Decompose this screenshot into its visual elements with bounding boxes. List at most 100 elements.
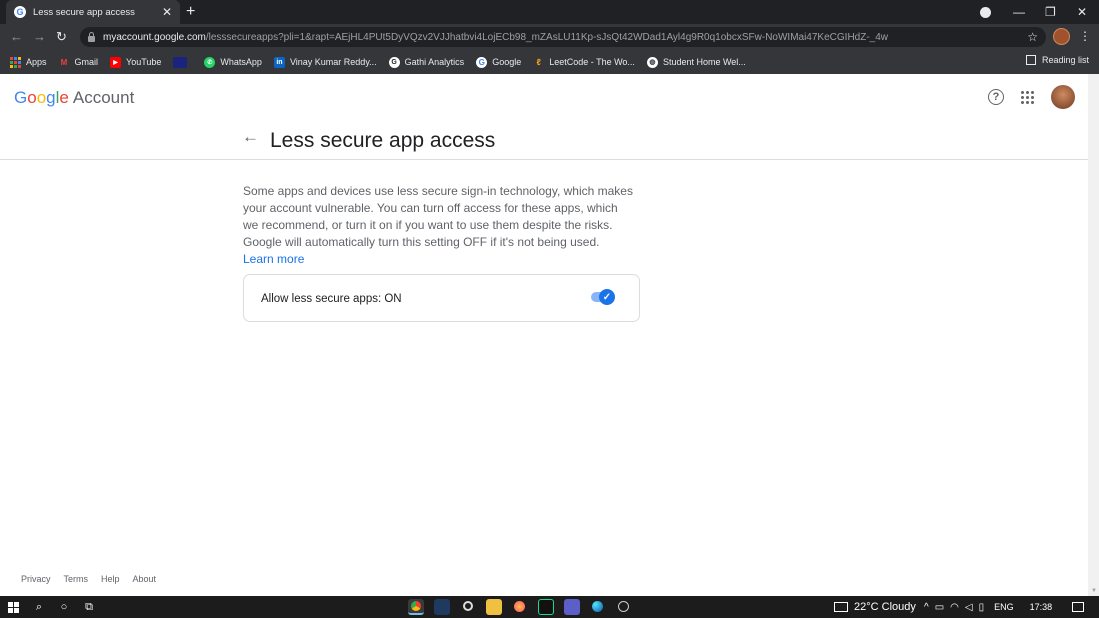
gathi-icon: G [388, 56, 400, 68]
restore-icon[interactable]: ❐ [1045, 0, 1056, 24]
browser-tab-active[interactable]: G Less secure app access ✕ [6, 0, 180, 24]
bookmark-leetcode[interactable]: ℓ LeetCode - The Wo... [533, 57, 635, 68]
weather-text: 22°C Cloudy [854, 601, 916, 613]
help-icon[interactable]: ? [988, 89, 1004, 105]
bookmark-apps[interactable]: Apps [10, 56, 47, 68]
google-apps-icon[interactable] [1021, 91, 1034, 104]
reading-list-button[interactable]: Reading list [1025, 55, 1089, 65]
google-account-logo[interactable]: Google Account [14, 88, 134, 108]
volume-icon[interactable]: ◁ [965, 602, 973, 613]
bookmark-label: YouTube [126, 57, 162, 67]
weather-widget[interactable]: 22°C Cloudy [834, 596, 916, 618]
lock-icon[interactable] [88, 31, 95, 42]
obs-taskbar-icon[interactable] [460, 599, 476, 615]
bookmark-label: Google [492, 57, 522, 67]
edge-taskbar-icon[interactable] [590, 599, 606, 615]
footer-privacy-link[interactable]: Privacy [21, 574, 51, 584]
apps-grid-icon [10, 56, 21, 68]
reading-list-label: Reading list [1041, 55, 1089, 65]
news-icon [834, 602, 848, 612]
new-tab-icon[interactable]: + [186, 3, 195, 21]
leetcode-icon: ℓ [536, 57, 541, 67]
back-arrow-icon[interactable]: ← [242, 127, 259, 147]
bookmark-youtube[interactable]: ▶ YouTube [110, 56, 162, 68]
blank-bookmark-icon [173, 56, 188, 68]
reload-icon[interactable]: ↻ [56, 29, 67, 45]
windows-start-icon[interactable] [6, 600, 20, 614]
address-bar[interactable]: myaccount.google.com /lesssecureapps?pli… [80, 27, 1046, 47]
forward-nav-icon[interactable]: → [33, 29, 46, 44]
youtube-icon: ▶ [110, 56, 122, 68]
bookmark-google[interactable]: G Google [476, 56, 522, 68]
bookmark-blank[interactable] [173, 56, 192, 68]
bookmark-label: WhatsApp [220, 57, 262, 67]
bookmark-label: Student Home Wel... [662, 57, 746, 67]
tab-title: Less secure app access [33, 6, 135, 18]
toggle-switch-check-icon[interactable]: ✓ [599, 289, 615, 305]
footer-help-link[interactable]: Help [101, 574, 120, 584]
system-tray-icons[interactable]: ^ ▭ ◠ ◁ ▯ ENG 17:38 [924, 596, 1085, 618]
page-scrollbar[interactable]: ▼ [1088, 74, 1099, 596]
bookmark-gathi[interactable]: G Gathi Analytics [388, 56, 464, 68]
close-window-icon[interactable]: ✕ [1077, 0, 1087, 24]
google-icon: G [476, 56, 488, 68]
browser-toolbar: ← → ↻ myaccount.google.com /lesssecureap… [0, 24, 1099, 50]
bookmark-linkedin[interactable]: in Vinay Kumar Reddy... [273, 56, 377, 68]
bookmarks-bar: Apps M Gmail ▶ YouTube ✆ WhatsApp in Vin… [0, 50, 1099, 74]
google-favicon-icon: G [14, 6, 26, 18]
bookmark-label: Vinay Kumar Reddy... [289, 57, 377, 67]
back-nav-icon[interactable]: ← [10, 29, 23, 44]
avatar[interactable] [1051, 85, 1075, 109]
setting-label: Allow less secure apps: ON [261, 293, 402, 305]
bookmark-student-home[interactable]: ◍ Student Home Wel... [646, 56, 746, 68]
battery-icon[interactable]: ▭ [935, 602, 944, 613]
pycharm-taskbar-icon[interactable] [538, 599, 554, 615]
bookmark-label: LeetCode - The Wo... [549, 57, 635, 67]
reading-list-icon [1025, 55, 1036, 65]
page-title-row: ← Less secure app access [0, 120, 1088, 160]
teams-taskbar-icon[interactable] [564, 599, 580, 615]
google-account-header: Google Account ? [0, 74, 1088, 120]
url-host: myaccount.google.com [103, 31, 206, 43]
browser-tab-strip: G Less secure app access ✕ + — ❐ ✕ [0, 0, 1099, 24]
scroll-down-icon[interactable]: ▼ [1091, 588, 1097, 594]
bookmark-star-icon[interactable]: ☆ [1027, 30, 1038, 44]
chevron-up-icon[interactable]: ^ [924, 602, 929, 613]
chrome-taskbar-icon[interactable] [408, 599, 424, 615]
page-title: Less secure app access [270, 129, 496, 152]
footer-about-link[interactable]: About [133, 574, 157, 584]
clock-app-taskbar-icon[interactable] [616, 599, 632, 615]
less-secure-apps-setting-card: Allow less secure apps: ON ✓ [243, 274, 640, 322]
gmail-icon: M [60, 57, 68, 67]
file-explorer-taskbar-icon[interactable] [486, 599, 502, 615]
bookmark-label: Gmail [74, 57, 99, 67]
bookmark-whatsapp[interactable]: ✆ WhatsApp [204, 56, 262, 68]
url-path: /lesssecureapps?pli=1&rapt=AEjHL4PUt5DyV… [205, 31, 889, 43]
language-indicator[interactable]: ENG [994, 602, 1014, 612]
tab-close-icon[interactable]: ✕ [162, 5, 172, 19]
description-text: Some apps and devices use less secure si… [243, 183, 633, 268]
footer-terms-link[interactable]: Terms [64, 574, 89, 584]
linkedin-icon: in [273, 56, 285, 68]
account-label: Account [72, 88, 135, 107]
notifications-icon[interactable] [1072, 602, 1085, 612]
notepad-taskbar-icon[interactable] [434, 599, 450, 615]
minimize-icon[interactable]: — [1013, 0, 1025, 24]
firefox-taskbar-icon[interactable] [512, 599, 528, 615]
search-icon[interactable]: ⌕ [32, 600, 46, 614]
learn-more-link[interactable]: Learn more [243, 252, 304, 266]
logo-letter: o [36, 88, 47, 107]
bookmark-label: Apps [26, 57, 47, 67]
cortana-icon[interactable]: ○ [57, 600, 71, 614]
bookmark-gmail[interactable]: M Gmail [59, 57, 99, 68]
whatsapp-icon: ✆ [204, 56, 216, 68]
clock-time[interactable]: 17:38 [1030, 602, 1053, 612]
wifi-icon[interactable]: ◠ [950, 602, 959, 613]
browser-profile-avatar[interactable] [1053, 28, 1070, 45]
device-icon[interactable]: ▯ [979, 602, 985, 613]
task-view-icon[interactable]: ⧉ [82, 600, 96, 614]
profile-menu-icon[interactable] [980, 0, 991, 24]
footer-links: Privacy Terms Help About [21, 574, 169, 584]
windows-taskbar: ⌕ ○ ⧉ 22°C Cloudy ^ ▭ ◠ ◁ ▯ ENG 17:38 [0, 596, 1099, 618]
browser-menu-icon[interactable]: ⋮ [1079, 29, 1091, 43]
